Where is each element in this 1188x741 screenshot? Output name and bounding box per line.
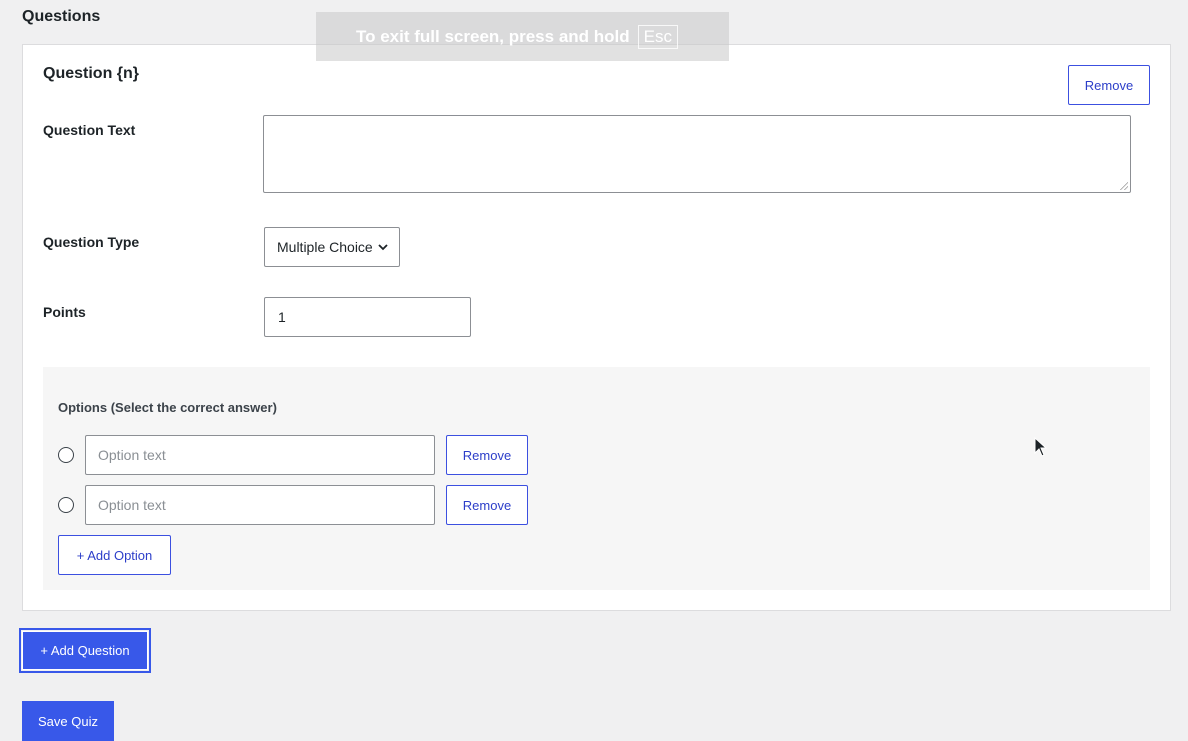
mouse-cursor-icon [1034,437,1048,457]
add-option-button[interactable]: + Add Option [58,535,171,575]
points-label: Points [43,304,86,320]
points-value: 1 [278,309,286,325]
question-card: Question {n} Remove Question Text Questi… [22,44,1171,611]
options-panel: Options (Select the correct answer) Opti… [43,367,1150,590]
question-type-value: Multiple Choice [277,239,373,255]
option-text-input-1[interactable]: Option text [85,435,435,475]
option-text-input-2[interactable]: Option text [85,485,435,525]
question-text-input[interactable] [263,115,1131,193]
add-question-button[interactable]: + Add Question [19,628,151,673]
option-radio-1[interactable] [58,447,74,463]
chevron-down-icon [378,244,388,251]
remove-option-button-2[interactable]: Remove [446,485,528,525]
resize-handle-icon[interactable] [1120,182,1128,190]
points-input[interactable]: 1 [264,297,471,337]
question-type-select[interactable]: Multiple Choice [264,227,400,267]
option-radio-2[interactable] [58,497,74,513]
option-placeholder-1: Option text [98,447,166,463]
fullscreen-notice: To exit full screen, press and hold Esc [316,12,729,61]
options-heading: Options (Select the correct answer) [58,400,277,415]
section-title: Questions [22,8,101,25]
remove-question-button[interactable]: Remove [1068,65,1150,105]
save-quiz-button[interactable]: Save Quiz [22,701,114,741]
option-placeholder-2: Option text [98,497,166,513]
remove-option-button-1[interactable]: Remove [446,435,528,475]
fullscreen-notice-text: To exit full screen, press and hold [356,26,630,46]
question-type-label: Question Type [43,234,140,250]
question-title: Question {n} [43,65,140,82]
esc-key-hint: Esc [637,24,678,49]
question-text-label: Question Text [43,122,136,138]
